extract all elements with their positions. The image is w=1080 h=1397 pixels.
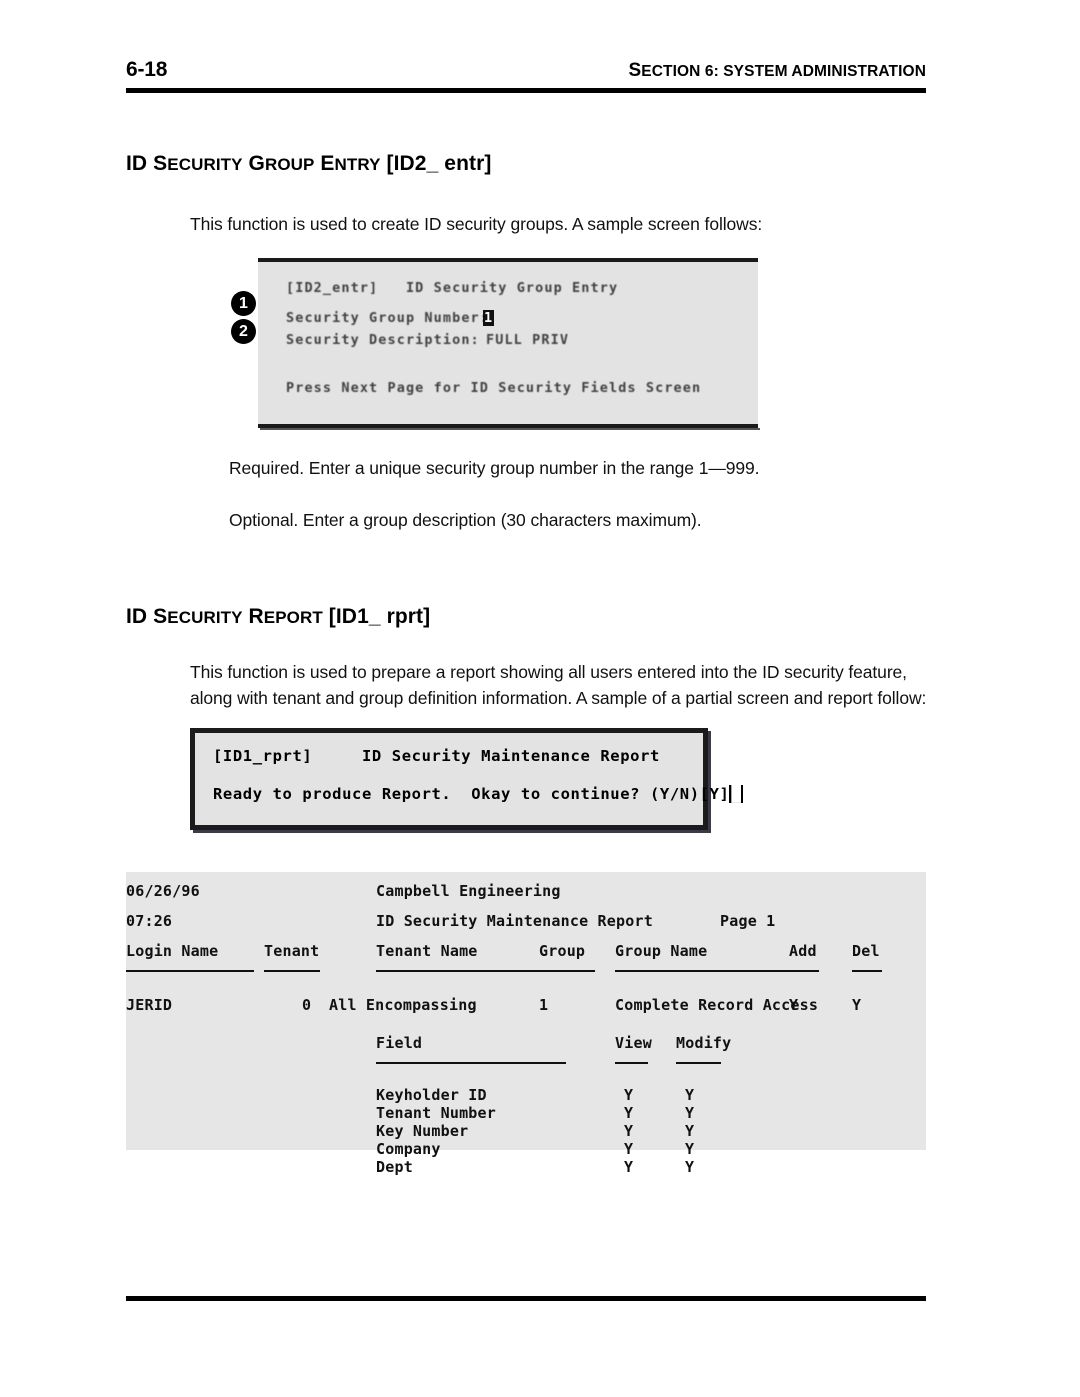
field-row-view: Y — [624, 1140, 634, 1158]
terminal-screen-report-prompt: [ID1_rprt] ID Security Maintenance Repor… — [190, 728, 744, 830]
col-rule-group — [539, 970, 595, 972]
field-row-view: Y — [624, 1158, 634, 1176]
col-rule-add — [789, 970, 819, 972]
running-head: SECTION 6: SYSTEM ADMINISTRATION — [628, 60, 926, 81]
heading-part: ECURITY — [167, 155, 243, 174]
col-header-del: Del — [852, 942, 880, 960]
heading-part: G — [242, 152, 265, 175]
heading-part: ID S — [126, 152, 168, 175]
field-col-header-modify: Modify — [676, 1034, 732, 1052]
screen-field-2-value: FULL PRIV — [486, 332, 570, 348]
row-add: Y — [789, 996, 799, 1014]
col-rule-tenant — [264, 970, 320, 972]
report-page: Page 1 — [720, 912, 776, 930]
field-col-header-view: View — [615, 1034, 652, 1052]
col-rule-tenant-name — [376, 970, 566, 972]
section-2-intro-line-1: This function is used to prepare a repor… — [190, 662, 907, 682]
screen2-title-line: [ID1_rprt] ID Security Maintenance Repor… — [213, 747, 660, 765]
report-listing: 06/26/96 Campbell Engineering 07:26 ID S… — [126, 872, 926, 1175]
heading-part: EPORT — [263, 608, 323, 627]
heading-part: R — [242, 605, 264, 628]
field-row-view: Y — [624, 1104, 634, 1122]
field-rule-modify — [676, 1062, 721, 1064]
screen-field-1-value: 1 — [483, 310, 495, 326]
screen-bottom-shadow — [260, 428, 760, 430]
col-header-tenant-name: Tenant Name — [376, 942, 478, 960]
row-login-name: JERID — [126, 996, 173, 1014]
heading-part: NTRY — [334, 155, 381, 174]
screen-field-2-label: Security Description: — [286, 332, 480, 348]
report-time: 07:26 — [126, 912, 173, 930]
section-1-note-2: Optional. Enter a group description (30 … — [229, 510, 702, 530]
report-company: Campbell Engineering — [376, 882, 561, 900]
field-row-name: Company — [376, 1140, 441, 1158]
screen2-prompt-line: Ready to produce Report. Okay to continu… — [213, 785, 744, 803]
callout-marker-2: 2 — [231, 319, 256, 344]
field-row-view: Y — [624, 1122, 634, 1140]
screen-body: [ID2_entr] ID Security Group Entry Secur… — [258, 262, 758, 424]
page-header: 6-18 SECTION 6: SYSTEM ADMINISTRATION — [126, 58, 926, 82]
heading-part: ECURITY — [167, 608, 243, 627]
field-row-name: Keyholder ID — [376, 1086, 487, 1104]
field-row-modify: Y — [685, 1086, 695, 1104]
field-row-modify: Y — [685, 1122, 695, 1140]
callout-marker-1: 1 — [231, 291, 256, 316]
field-col-header-field: Field — [376, 1034, 423, 1052]
terminal-screen-group-entry: [ID2_entr] ID Security Group Entry Secur… — [258, 258, 760, 430]
field-row-view: Y — [624, 1086, 634, 1104]
prompt-text: Ready to produce Report. Okay to continu… — [213, 785, 730, 803]
row-del: Y — [852, 996, 862, 1014]
field-row-name: Tenant Number — [376, 1104, 496, 1122]
section-1-note-1: Required. Enter a unique security group … — [229, 458, 760, 478]
row-group-name: Complete Record Access — [615, 996, 819, 1014]
field-row-modify: Y — [685, 1158, 695, 1176]
field-rule-field — [376, 1062, 566, 1064]
heading-code: [ID2_ entr] — [380, 152, 492, 175]
row-tenant-name: All Encompassing — [329, 996, 477, 1014]
col-rule-del — [852, 970, 882, 972]
col-header-add: Add — [789, 942, 817, 960]
cursor-block: █ — [729, 785, 744, 803]
col-header-group-name: Group Name — [615, 942, 708, 960]
heading-code: [ID1_ rprt] — [322, 605, 431, 628]
heading-part: ID S — [126, 605, 168, 628]
field-rule-view — [615, 1062, 648, 1064]
screen-footer-line: Press Next Page for ID Security Fields S… — [286, 380, 702, 396]
manual-page: 6-18 SECTION 6: SYSTEM ADMINISTRATION ID… — [0, 0, 1080, 1397]
section-1-intro: This function is used to create ID secur… — [190, 214, 763, 234]
col-rule-login-name — [126, 970, 254, 972]
running-head-text: ECTION 6: SYSTEM ADMINISTRATION — [641, 63, 926, 80]
col-header-group: Group — [539, 942, 586, 960]
row-tenant: 0 — [302, 996, 312, 1014]
report-date: 06/26/96 — [126, 882, 200, 900]
heading-part: E — [314, 152, 335, 175]
row-group: 1 — [539, 996, 549, 1014]
field-row-modify: Y — [685, 1140, 695, 1158]
heading-part: ROUP — [264, 155, 315, 174]
report-title: ID Security Maintenance Report — [376, 912, 653, 930]
screen-title-line: [ID2_entr] ID Security Group Entry — [286, 280, 619, 296]
col-rule-group-name — [615, 970, 805, 972]
header-rule — [126, 88, 926, 94]
col-header-login-name: Login Name — [126, 942, 219, 960]
section-2-intro-line-2: along with tenant and group definition i… — [190, 688, 927, 708]
highlighted-value: 1 — [483, 310, 495, 326]
page-number: 6-18 — [126, 58, 168, 81]
footer-rule — [126, 1296, 926, 1301]
screen-field-1-label: Security Group Number: — [286, 310, 490, 326]
field-row-name: Dept — [376, 1158, 413, 1176]
section-1-heading: ID SECURITY GROUP ENTRY [ID2_ entr] — [126, 152, 491, 176]
field-row-modify: Y — [685, 1104, 695, 1122]
col-header-tenant: Tenant — [264, 942, 320, 960]
field-row-name: Key Number — [376, 1122, 469, 1140]
section-2-heading: ID SECURITY REPORT [ID1_ rprt] — [126, 605, 430, 629]
